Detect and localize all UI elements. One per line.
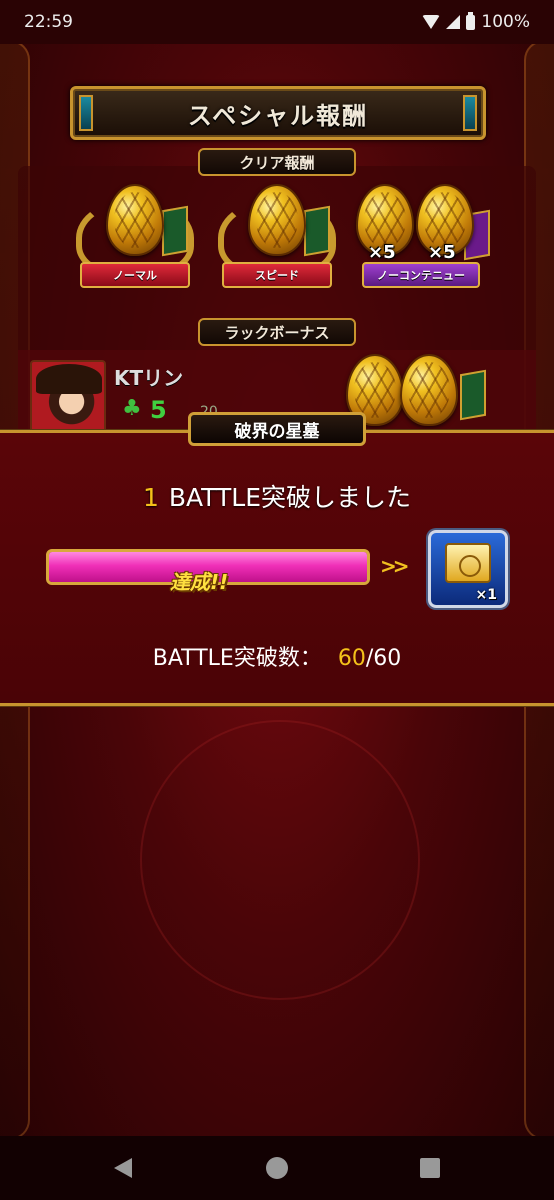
gold-egg-icon — [106, 184, 164, 256]
battle-count-label: BATTLE突破数： — [152, 646, 322, 671]
player-name: KTリン — [114, 366, 184, 390]
reward-speed[interactable]: スピード — [212, 178, 342, 308]
clover-icon: ♣ — [122, 396, 142, 421]
clear-reward-label: クリア報酬 — [198, 148, 356, 176]
luck-bonus-label: ラックボーナス — [198, 318, 356, 346]
navigation-bar — [0, 1136, 554, 1200]
recent-apps-icon[interactable] — [420, 1158, 440, 1178]
banner-cap-left — [79, 95, 93, 131]
reward-ribbon-normal: ノーマル — [80, 262, 190, 288]
home-icon[interactable] — [266, 1157, 288, 1179]
reward-no-continue[interactable]: ×5 ×5 ノーコンテニュー — [354, 178, 490, 308]
flag-icon — [460, 369, 486, 421]
dialog-title: 破界の星墓 — [188, 412, 366, 446]
background-emblem — [140, 720, 420, 1000]
battle-text: BATTLE突破しました — [168, 483, 412, 512]
banner-cap-right — [463, 95, 477, 131]
scroll-icon — [445, 543, 491, 583]
player-avatar[interactable] — [30, 360, 106, 436]
egg-multiplier: ×5 — [428, 242, 456, 263]
achieved-label: 達成!! — [170, 570, 229, 594]
battle-number: 1 — [142, 483, 159, 512]
wifi-icon — [422, 15, 441, 29]
status-time: 22:59 — [24, 12, 73, 32]
gold-egg-icon — [248, 184, 306, 256]
special-reward-title: スペシャル報酬 — [187, 101, 369, 130]
battle-count-current: 60 — [337, 646, 366, 671]
battle-message: 1 BATTLE突破しました — [0, 478, 554, 514]
arrow-icon: >> — [380, 554, 409, 578]
status-bar: 22:59 100% — [0, 0, 554, 44]
cell-signal-icon — [446, 15, 461, 29]
reward-normal[interactable]: ノーマル — [70, 178, 200, 308]
battery-icon — [466, 11, 476, 30]
reward-ribbon-no-continue: ノーコンテニュー — [362, 262, 480, 288]
battery-percent: 100% — [481, 12, 530, 32]
egg-multiplier: ×5 — [368, 242, 396, 263]
special-reward-banner: スペシャル報酬 — [70, 86, 486, 140]
battle-count-total: /60 — [365, 646, 402, 671]
gold-egg-icon — [400, 354, 458, 426]
luck-value: 5 — [150, 396, 167, 424]
flag-icon — [304, 205, 330, 257]
flag-icon — [162, 205, 188, 257]
back-icon[interactable] — [114, 1158, 132, 1178]
reward-ribbon-speed: スピード — [222, 262, 332, 288]
battle-count: BATTLE突破数： 60/60 — [0, 640, 554, 672]
status-icons: 100% — [422, 11, 530, 32]
reward-quantity: ×1 — [475, 587, 497, 603]
reward-item-box[interactable]: ×1 — [428, 530, 508, 608]
